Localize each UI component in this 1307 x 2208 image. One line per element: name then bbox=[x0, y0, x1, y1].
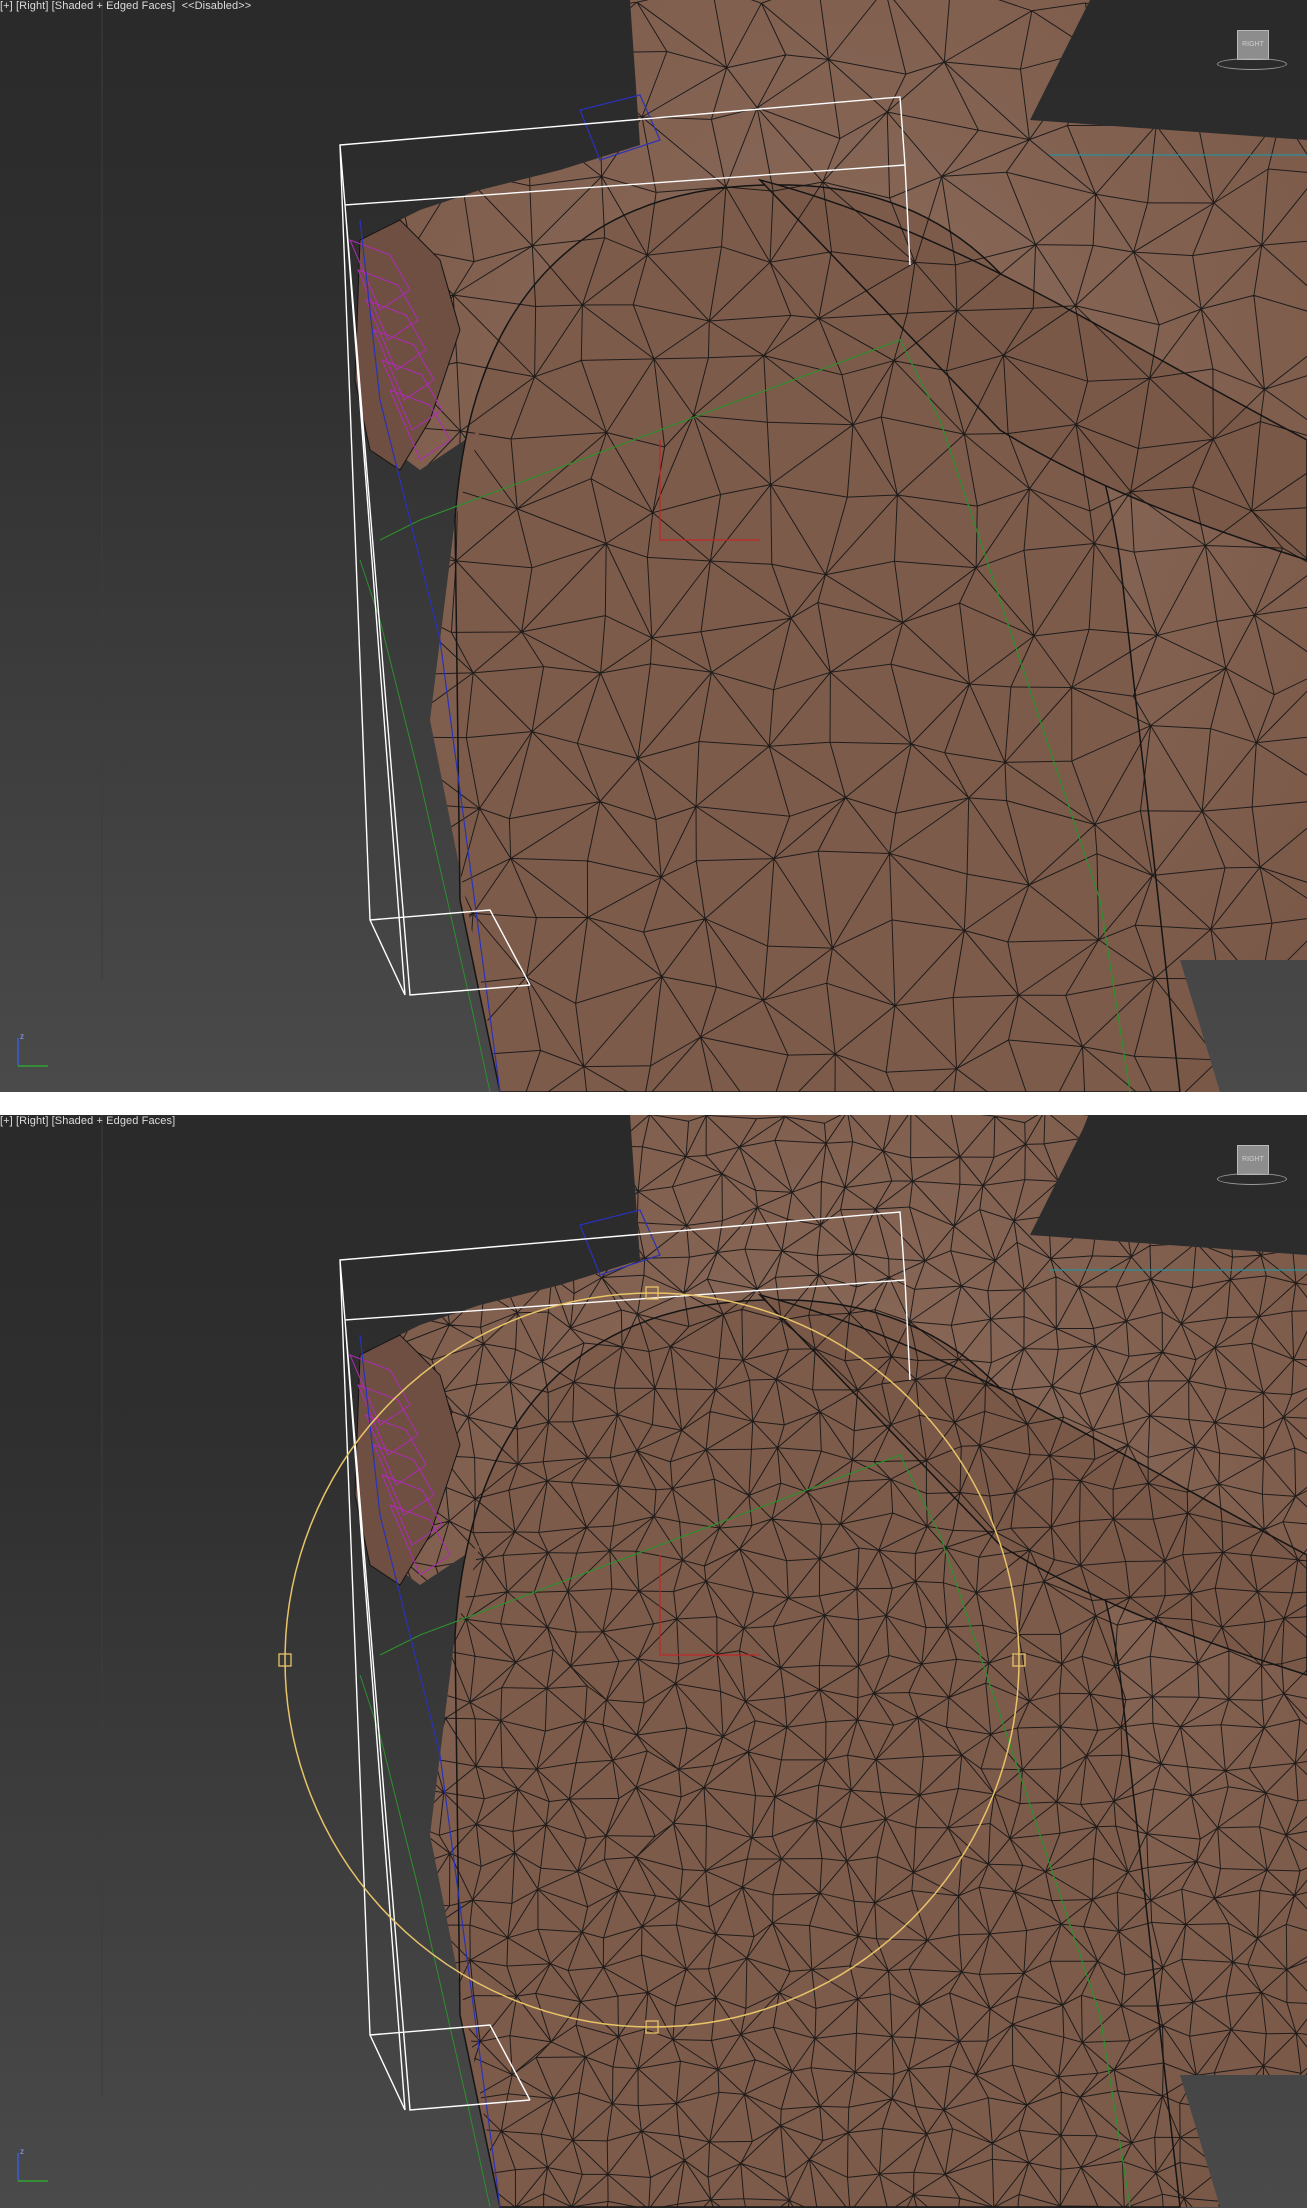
viewcube-ring[interactable] bbox=[1217, 58, 1287, 70]
viewport-bottom[interactable]: [+] [Right] [Shaded + Edged Faces] RIGHT… bbox=[0, 1115, 1307, 2208]
viewcube-face-label[interactable]: RIGHT bbox=[1237, 30, 1269, 60]
viewcube-face-label[interactable]: RIGHT bbox=[1237, 1145, 1269, 1175]
viewport-view-menu[interactable]: [Right] bbox=[16, 1115, 49, 1127]
viewport-menu-plus[interactable]: [+] bbox=[0, 0, 13, 12]
viewcube-ring[interactable] bbox=[1217, 1173, 1287, 1185]
viewport-label: [+] [Right] [Shaded + Edged Faces] <<Dis… bbox=[0, 0, 251, 12]
scene-render[interactable] bbox=[0, 0, 1307, 1092]
axis-tripod-icon: z bbox=[17, 2147, 48, 2182]
viewport-separator bbox=[0, 1092, 1307, 1115]
viewport-label: [+] [Right] [Shaded + Edged Faces] bbox=[0, 1115, 175, 1127]
viewport-shading-menu[interactable]: [Shaded + Edged Faces] bbox=[52, 0, 176, 12]
scene-render[interactable] bbox=[0, 1115, 1307, 2208]
viewport-view-menu[interactable]: [Right] bbox=[16, 0, 49, 12]
viewport-shading-menu[interactable]: [Shaded + Edged Faces] bbox=[52, 1115, 176, 1127]
viewport-top[interactable]: [+] [Right] [Shaded + Edged Faces] <<Dis… bbox=[0, 0, 1307, 1092]
viewcube[interactable]: RIGHT bbox=[1217, 30, 1287, 80]
axis-z-label: z bbox=[20, 2147, 24, 2156]
viewport-status-text: <<Disabled>> bbox=[181, 0, 252, 12]
viewport-menu-plus[interactable]: [+] bbox=[0, 1115, 13, 1127]
axis-tripod-icon: z bbox=[17, 1032, 48, 1067]
axis-z-label: z bbox=[20, 1032, 24, 1041]
viewcube[interactable]: RIGHT bbox=[1217, 1145, 1287, 1195]
